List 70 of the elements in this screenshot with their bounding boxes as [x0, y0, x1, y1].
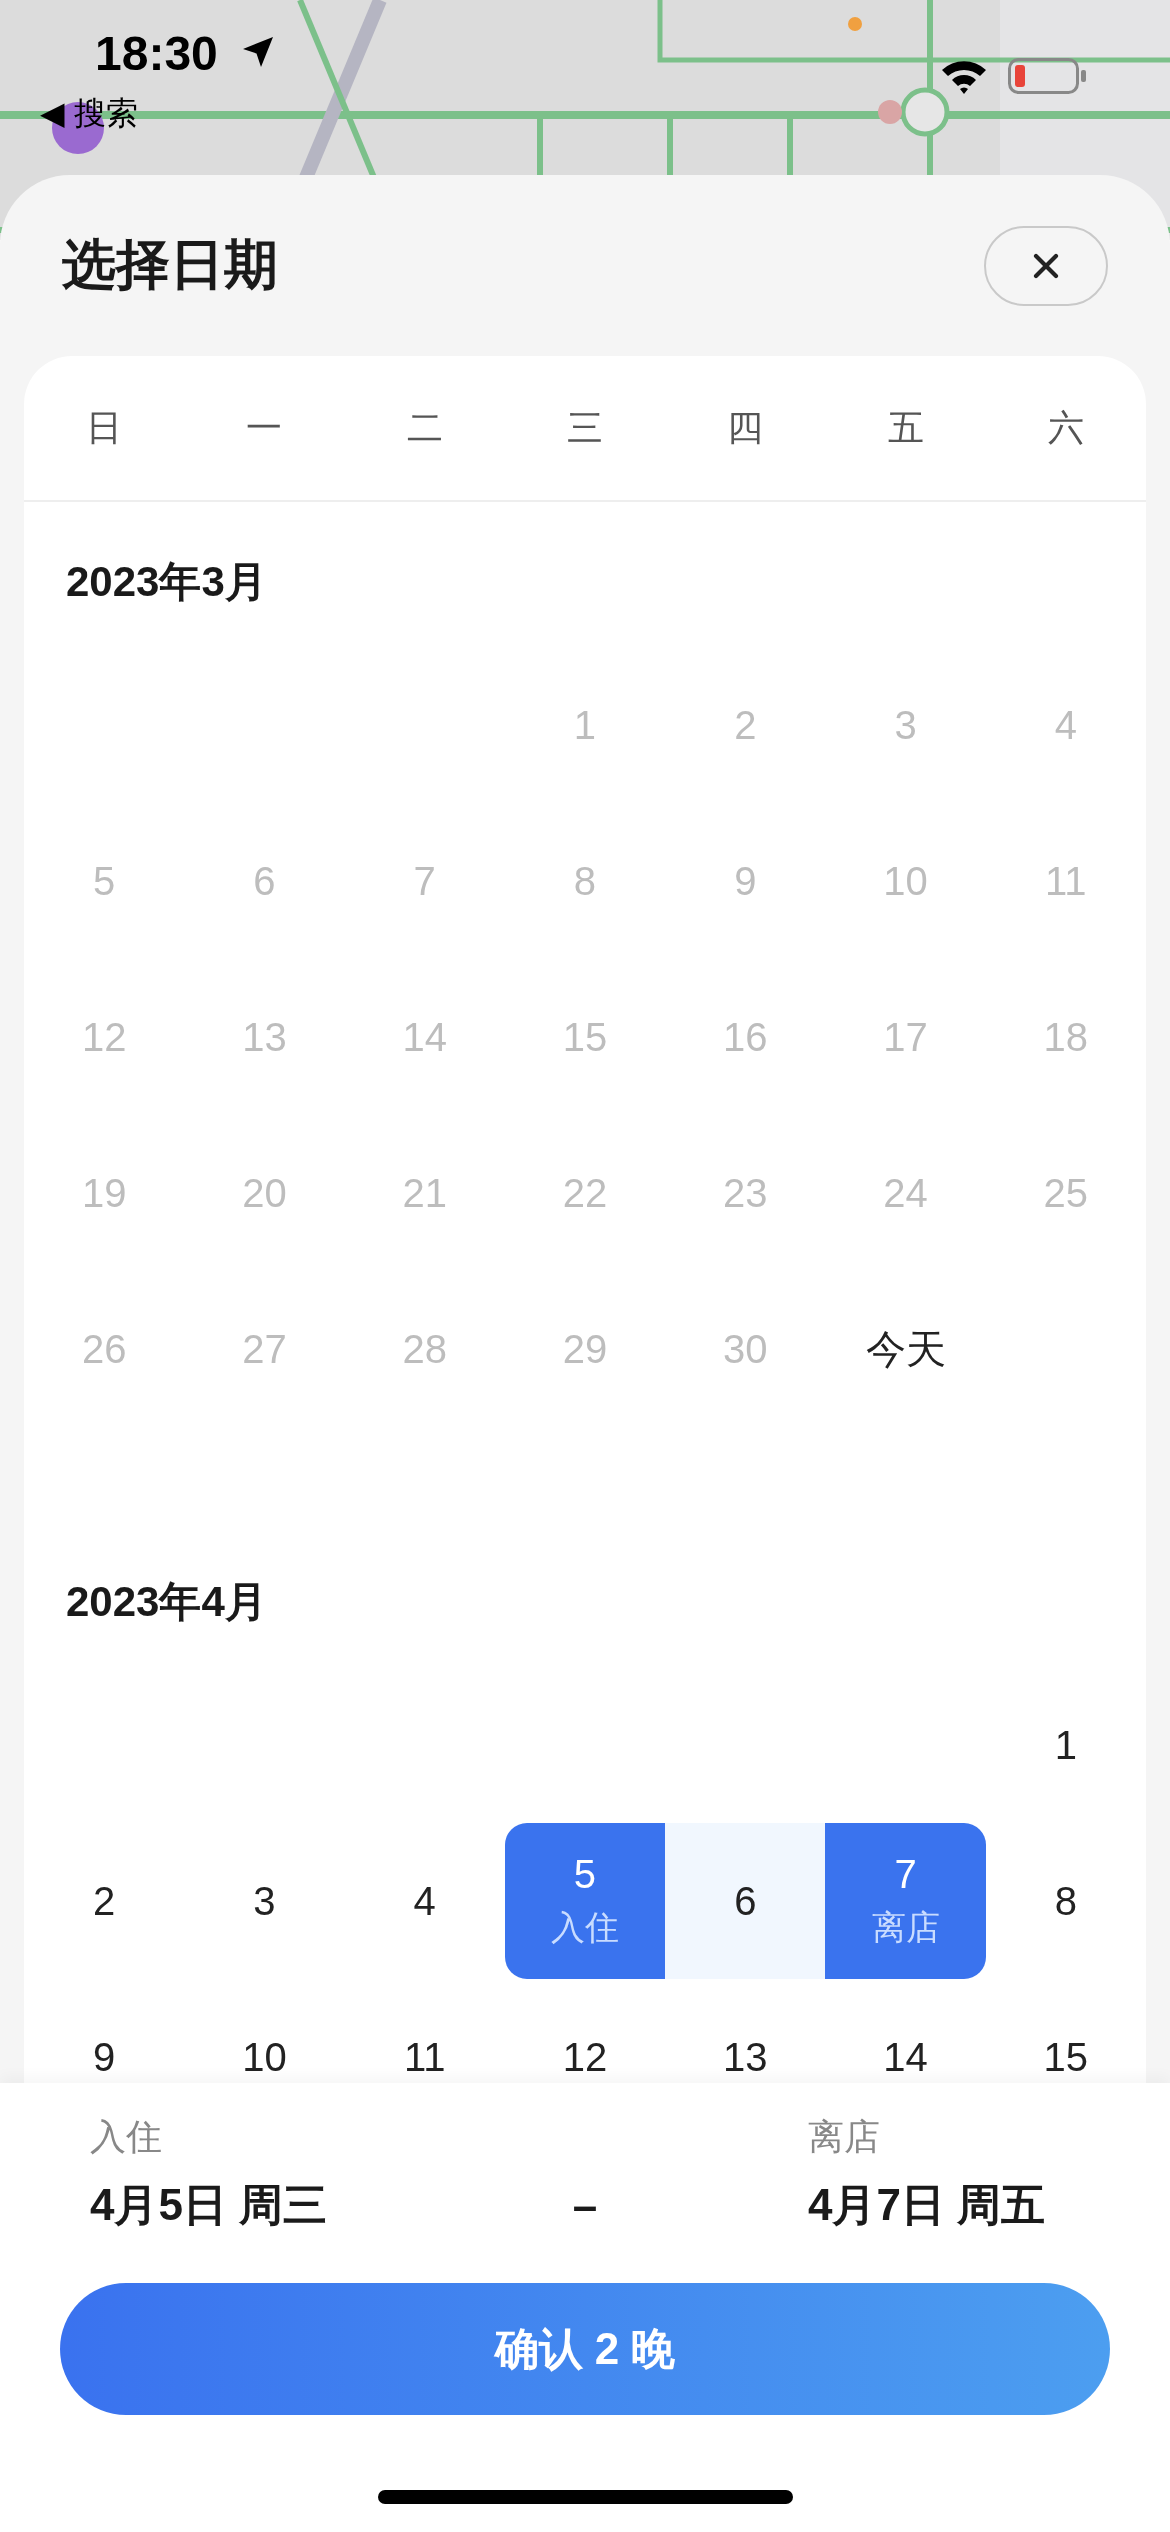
calendar-day: 25: [985, 1115, 1146, 1271]
calendar-day: 24: [825, 1115, 986, 1271]
calendar-day: 10: [825, 803, 986, 959]
calendar-day: 2: [665, 647, 826, 803]
check-out-label: 离店: [808, 2115, 881, 2159]
calendar-day: 12: [24, 959, 185, 1115]
calendar-day[interactable]: 14: [825, 1979, 986, 2083]
calendar-day[interactable]: 7 离店: [825, 1823, 986, 1979]
sheet-title: 选择日期: [62, 233, 278, 296]
calendar-day[interactable]: 1: [985, 1667, 1146, 1823]
weekday-label: 二: [405, 405, 444, 450]
calendar-day: 11: [985, 803, 1146, 959]
calendar-day[interactable]: 今天: [825, 1271, 986, 1427]
battery-icon: [1008, 58, 1088, 94]
weekday-label: 四: [726, 405, 765, 450]
wifi-icon: [940, 58, 988, 94]
calendar-day[interactable]: 10: [184, 1979, 345, 2083]
date-separator: –: [571, 2181, 599, 2232]
calendar-day: 16: [665, 959, 826, 1115]
calendar-day: 9: [665, 803, 826, 959]
check-out-date: 4月7日 周五: [808, 2179, 1047, 2231]
calendar-day[interactable]: 12: [504, 1979, 666, 2083]
calendar-day: 5: [24, 803, 185, 959]
calendar-day[interactable]: 13: [665, 1979, 826, 2083]
back-link[interactable]: ◀ 搜索: [40, 92, 138, 136]
calendar-day: 14: [344, 959, 505, 1115]
calendar-day: 8: [504, 803, 666, 959]
calendar-day: 17: [825, 959, 986, 1115]
check-in-date: 4月5日 周三: [90, 2179, 329, 2231]
calendar-day: 18: [985, 959, 1146, 1115]
month-title: 2023年3月: [65, 557, 268, 607]
day-number: 5: [573, 1851, 597, 1897]
calendar-day[interactable]: 5 入住: [504, 1823, 666, 1979]
calendar-day[interactable]: 11: [344, 1979, 505, 2083]
calendar-day: 29: [504, 1271, 666, 1427]
day-note: 离店: [871, 1906, 940, 1948]
calendar-day[interactable]: 4: [344, 1823, 505, 1979]
calendar-day: 28: [344, 1271, 505, 1427]
weekday-label: 五: [886, 405, 925, 450]
month-title: 2023年4月: [65, 1577, 268, 1627]
calendar-day[interactable]: 15: [985, 1979, 1146, 2083]
weekday-label: 日: [85, 405, 124, 450]
calendar-day[interactable]: 8: [985, 1823, 1146, 1979]
calendar-day: 4: [985, 647, 1146, 803]
calendar-day: 30: [665, 1271, 826, 1427]
weekday-label: 一: [245, 405, 284, 450]
weekday-label: 六: [1046, 405, 1085, 450]
weekday-label: 三: [566, 405, 604, 450]
calendar-day: 15: [504, 959, 666, 1115]
calendar-day: 19: [24, 1115, 185, 1271]
calendar-day: 22: [504, 1115, 666, 1271]
calendar-day: 27: [184, 1271, 345, 1427]
calendar-day: 1: [504, 647, 666, 803]
check-in-label: 入住: [90, 2115, 163, 2159]
calendar-day: 26: [24, 1271, 185, 1427]
calendar-day: 13: [184, 959, 345, 1115]
confirm-button[interactable]: 确认 2 晚: [60, 2283, 1110, 2415]
calendar-day: 23: [665, 1115, 826, 1271]
day-number: 7: [894, 1851, 917, 1897]
calendar-day[interactable]: 2: [24, 1823, 185, 1979]
day-note: 入住: [551, 1906, 619, 1948]
calendar-day: 6: [184, 803, 345, 959]
calendar-day[interactable]: 6: [665, 1823, 826, 1979]
status-time: 18:30: [95, 26, 218, 81]
calendar-day: 7: [344, 803, 505, 959]
calendar-day[interactable]: 9: [24, 1979, 185, 2083]
calendar-day[interactable]: 3: [184, 1823, 345, 1979]
calendar-day: 3: [825, 647, 986, 803]
calendar-day: 21: [344, 1115, 505, 1271]
calendar-day: 20: [184, 1115, 345, 1271]
